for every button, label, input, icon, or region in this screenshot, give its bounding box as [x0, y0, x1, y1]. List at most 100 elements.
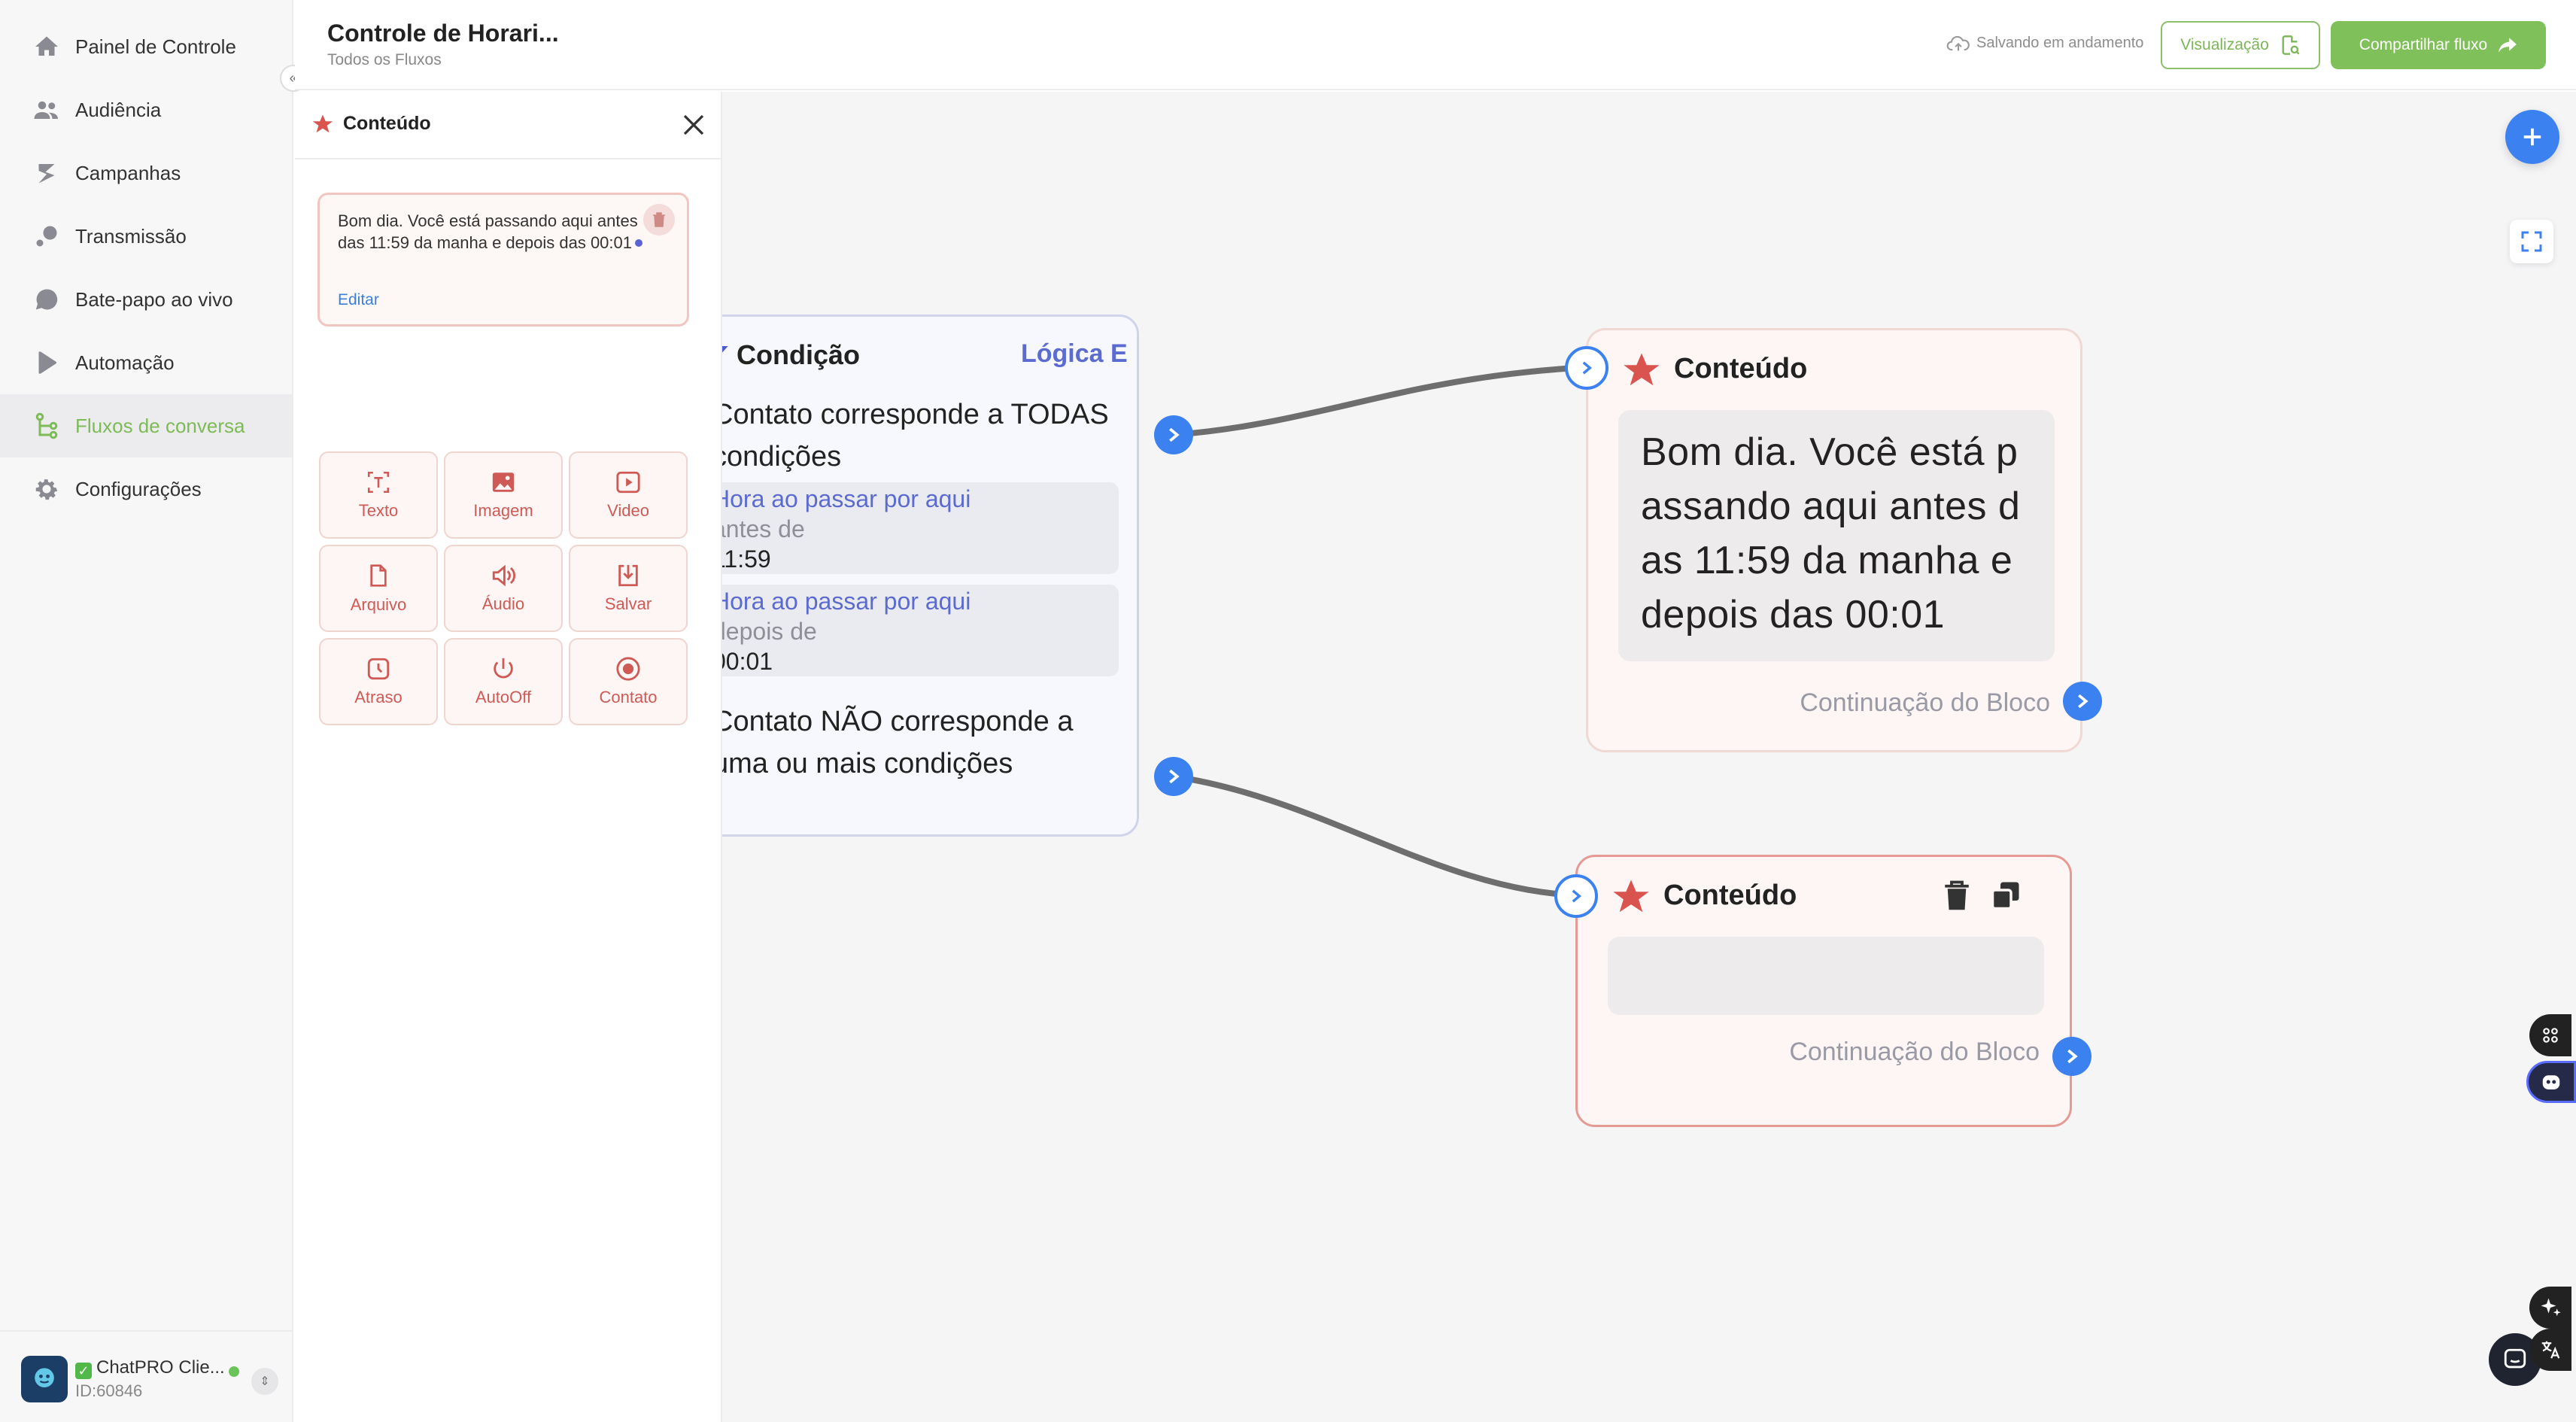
logic-label[interactable]: Lógica E: [1021, 339, 1128, 369]
automation-icon: [30, 346, 63, 379]
apps-widget[interactable]: [2529, 1014, 2571, 1056]
content-node[interactable]: Conteúdo Bom dia. Você está passando aqu…: [1586, 328, 2082, 752]
content-node[interactable]: Conteúdo Continuação do Bloco: [1575, 855, 2072, 1127]
condition-match-all: Contato corresponde a TODAS condições: [722, 399, 1109, 472]
chat-bubble-icon: [2504, 1348, 2526, 1369]
assistant-widget[interactable]: [2526, 1061, 2576, 1103]
cloud-upload-icon: [1946, 35, 1970, 51]
funnel-icon: [722, 346, 728, 353]
chevron-right-icon: [2078, 694, 2088, 709]
trash-icon[interactable]: [1943, 880, 1970, 911]
sidebar-item-label: Campanhas: [75, 161, 181, 184]
star-icon: [312, 114, 333, 133]
account-switcher[interactable]: ✓ ChatPRO Clie... ID:60846 ⇕: [0, 1330, 293, 1422]
condition-match-none: Contato NÃO corresponde a uma ou mais co…: [722, 706, 1074, 779]
connector-true: [1173, 364, 1588, 438]
condition-node[interactable]: Condição Lógica E Contato corresponde a …: [722, 314, 1139, 837]
panel-title: Conteúdo: [343, 113, 431, 134]
tile-text[interactable]: Texto: [319, 451, 438, 539]
tile-file[interactable]: Arquivo: [319, 545, 438, 632]
sidebar-item-audience[interactable]: Audiência: [0, 78, 293, 141]
speaker-icon: [492, 564, 516, 587]
account-id: ID:60846: [75, 1381, 143, 1400]
content-editor-panel: Conteúdo Bom dia. Você está passando aqu…: [295, 92, 722, 1422]
sidebar-item-campaigns[interactable]: Campanhas: [0, 141, 293, 205]
breadcrumb[interactable]: Todos os Fluxos: [327, 51, 442, 69]
tile-image[interactable]: Imagem: [444, 451, 563, 539]
translate-icon: [2541, 1341, 2560, 1359]
sidebar-item-live-chat[interactable]: Bate-papo ao vivo: [0, 268, 293, 331]
output-port[interactable]: [2063, 682, 2102, 721]
content-node-title: Conteúdo: [1674, 353, 1808, 384]
tile-save[interactable]: Salvar: [569, 545, 688, 632]
account-avatar: [21, 1356, 68, 1402]
preview-button[interactable]: Visualização: [2161, 21, 2320, 69]
sidebar-item-dashboard[interactable]: Painel de Controle: [0, 15, 293, 78]
header: Controle de Horari... Todos os Fluxos Sa…: [295, 0, 2576, 90]
tile-audio[interactable]: Áudio: [444, 545, 563, 632]
sidebar-item-flows[interactable]: Fluxos de conversa: [0, 394, 293, 457]
message-card[interactable]: Bom dia. Você está passando aqui antes d…: [317, 193, 689, 327]
output-port-true[interactable]: [1154, 415, 1193, 454]
connector-false: [1173, 773, 1578, 898]
tile-delay[interactable]: Atraso: [319, 638, 438, 725]
contact-icon: [616, 657, 640, 681]
share-arrow-icon: [2499, 38, 2517, 53]
flow-canvas[interactable]: Condição Lógica E Contato corresponde a …: [722, 92, 2576, 1422]
account-switch-icon[interactable]: ⇕: [251, 1368, 278, 1395]
online-status-dot: [229, 1366, 239, 1377]
broadcast-icon: [30, 220, 63, 253]
sidebar-item-broadcast[interactable]: Transmissão: [0, 205, 293, 268]
close-icon[interactable]: [680, 111, 707, 138]
flow-icon: [30, 409, 63, 442]
gear-icon: [30, 472, 63, 506]
condition-rule[interactable]: Hora ao passar por aqui depois de 00:01: [722, 585, 1119, 676]
trash-icon: [653, 212, 665, 227]
sidebar-item-automation[interactable]: Automação: [0, 331, 293, 394]
image-icon: [492, 472, 515, 492]
block-continuation-label: Continuação do Bloco: [1800, 688, 2050, 717]
expand-icon: [2521, 231, 2542, 252]
chat-icon: [30, 283, 63, 316]
condition-title: Condição: [737, 339, 861, 370]
campaign-icon: [30, 156, 63, 190]
flow-title[interactable]: Controle de Horari...: [327, 20, 559, 47]
chevron-right-icon: [1169, 427, 1180, 442]
clock-icon: [367, 658, 390, 680]
delete-message-button[interactable]: [643, 204, 675, 235]
text-icon: [367, 471, 390, 494]
sidebar-item-label: Audiência: [75, 98, 162, 121]
tile-video[interactable]: Video: [569, 451, 688, 539]
condition-rule[interactable]: Hora ao passar por aqui antes de 11:59: [722, 482, 1119, 574]
account-name: ChatPRO Clie...: [96, 1357, 225, 1378]
fit-view-button[interactable]: [2510, 220, 2553, 263]
star-icon: [1624, 353, 1660, 386]
sidebar-item-settings[interactable]: Configurações: [0, 457, 293, 521]
output-port[interactable]: [2052, 1037, 2091, 1076]
preview-icon: [2282, 35, 2300, 55]
file-icon: [370, 564, 387, 587]
message-bubble[interactable]: [1608, 937, 2044, 1015]
share-flow-button[interactable]: Compartilhar fluxo: [2331, 21, 2546, 69]
home-icon: [30, 30, 63, 63]
duplicate-icon[interactable]: [1990, 880, 2022, 911]
users-icon: [30, 93, 63, 126]
translate-widget[interactable]: [2529, 1329, 2571, 1371]
verified-check-icon: ✓: [75, 1363, 92, 1379]
ai-sparkle-widget[interactable]: [2529, 1287, 2571, 1329]
message-bubble[interactable]: Bom dia. Você está passando aqui antes d…: [1618, 410, 2055, 661]
input-port[interactable]: [1565, 346, 1608, 390]
tile-autooff[interactable]: AutoOff: [444, 638, 563, 725]
add-node-button[interactable]: [2505, 110, 2559, 164]
output-port-false[interactable]: [1154, 757, 1193, 796]
chevron-right-icon: [1582, 361, 1592, 375]
sidebar-item-label: Configurações: [75, 477, 202, 500]
star-icon: [1613, 880, 1649, 913]
video-icon: [616, 471, 640, 494]
tile-contact[interactable]: Contato: [569, 638, 688, 725]
input-port[interactable]: [1554, 874, 1598, 918]
edit-link[interactable]: Editar: [338, 291, 379, 309]
bot-icon: [2542, 1075, 2560, 1089]
content-node-title: Conteúdo: [1663, 880, 1797, 911]
sidebar: Painel de Controle Audiência Campanhas T…: [0, 0, 293, 1422]
